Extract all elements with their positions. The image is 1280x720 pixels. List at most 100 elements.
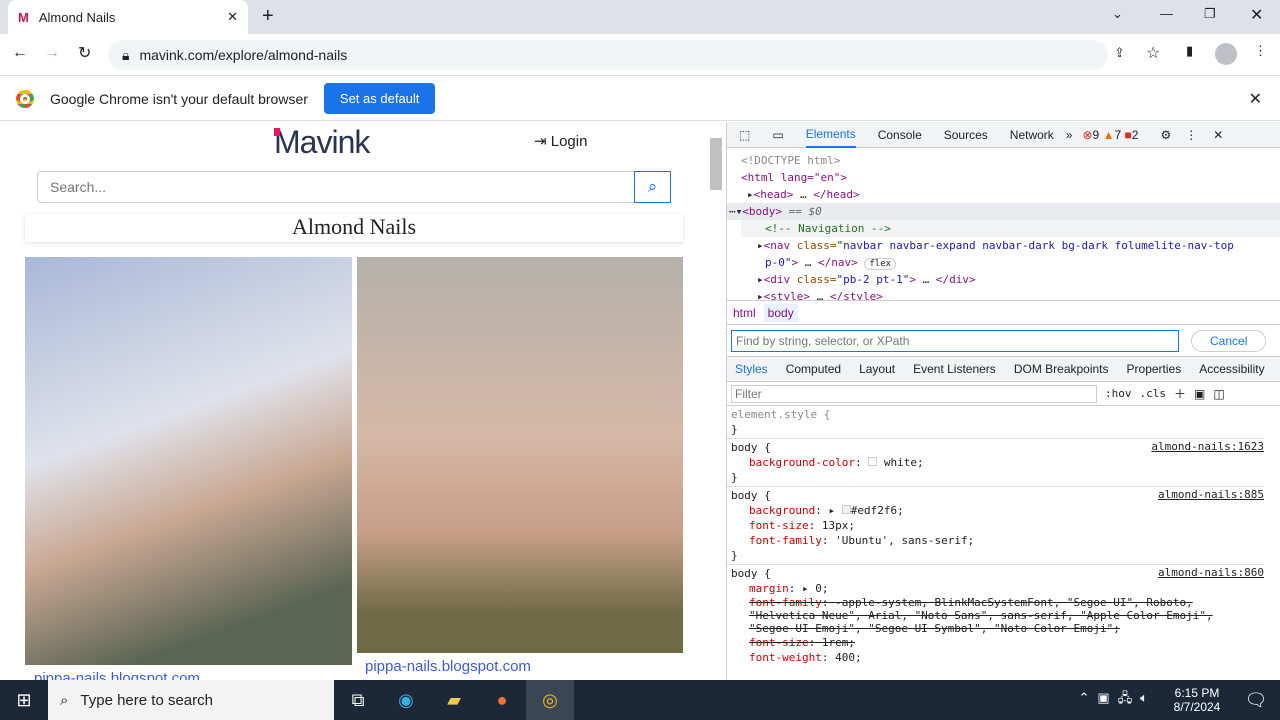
flex-badge[interactable]: flex: [864, 258, 897, 270]
sidebar-toggle-icon[interactable]: ◫: [1213, 387, 1224, 401]
styles-pane: element.style {} almond-nails:1623 body {…: [727, 406, 1280, 680]
start-button[interactable]: ⊞: [0, 680, 48, 720]
dom-head[interactable]: ▸<head> … </head>: [741, 186, 1280, 203]
device-toolbar-icon[interactable]: ▭: [772, 128, 783, 142]
tab-properties[interactable]: Properties: [1127, 362, 1182, 376]
hov-toggle[interactable]: :hov: [1105, 387, 1132, 400]
styles-tabs: Styles Computed Layout Event Listeners D…: [727, 356, 1280, 382]
breadcrumb-body[interactable]: body: [763, 303, 798, 322]
tab-strip: M Almond Nails ✕ + — ⌄ ❐ ✕: [0, 0, 1280, 34]
element-style-rule: element.style {}: [727, 406, 1264, 439]
tab-event-listeners[interactable]: Event Listeners: [913, 362, 996, 376]
bookmark-star-icon[interactable]: ☆: [1146, 43, 1160, 63]
search-icon: ⌕: [60, 691, 69, 709]
infobar-text: Google Chrome isn't your default browser: [50, 90, 308, 107]
new-tab-button[interactable]: +: [262, 5, 274, 28]
set-default-button[interactable]: Set as default: [323, 83, 436, 114]
forward-icon[interactable]: →: [44, 44, 60, 62]
close-infobar-icon[interactable]: ✕: [1249, 89, 1262, 109]
side-panel-icon[interactable]: ▮: [1186, 43, 1193, 59]
taskbar-search[interactable]: ⌕ Type here to search: [48, 680, 334, 720]
settings-icon[interactable]: ⚙: [1160, 128, 1171, 142]
page-scrollbar-thumb[interactable]: [710, 138, 722, 190]
browser-tab[interactable]: M Almond Nails ✕: [8, 0, 248, 34]
dom-div[interactable]: ▸<div class="pb-2 pt-1"> … </div>: [741, 271, 1280, 288]
favicon-icon: M: [18, 9, 29, 25]
cancel-find-button[interactable]: Cancel: [1191, 329, 1267, 352]
url-text[interactable]: mavink.com/explore/almond-nails: [139, 47, 347, 63]
style-rule: almond-nails:885 body { background: ▸ #ed…: [727, 487, 1264, 565]
tab-accessibility[interactable]: Accessibility: [1199, 362, 1264, 376]
login-link[interactable]: ⇥ Login: [534, 132, 587, 150]
paint-icon[interactable]: ▣: [1194, 387, 1205, 401]
chrome-taskbar-icon[interactable]: ◎: [526, 680, 574, 720]
dom-doctype: <!DOCTYPE html>: [741, 154, 841, 167]
devtools-tabs: ⬚ ▭ Elements Console Sources Network » ⊗…: [727, 122, 1280, 148]
tab-computed[interactable]: Computed: [786, 362, 841, 376]
font-weight-declaration: font-weight: 400;: [749, 651, 862, 664]
dom-style[interactable]: ▸<style> … </style>: [741, 288, 1280, 300]
lock-icon: 🔒︎: [122, 46, 130, 63]
webpage: Mavink ⇥ Login ⌕ Almond Nails pippa-nail…: [0, 122, 710, 680]
rule-source-link[interactable]: almond-nails:1623: [1151, 440, 1264, 453]
search-button[interactable]: ⌕: [634, 171, 671, 203]
image-card[interactable]: [25, 257, 352, 665]
find-input[interactable]: [731, 329, 1179, 352]
devtools-panel: ⬚ ▭ Elements Console Sources Network » ⊗…: [726, 122, 1280, 680]
tray-icons[interactable]: ⌃▣🖧︎🔈︎: [1079, 689, 1156, 711]
font-size-declaration: font-size: 1rem;: [749, 636, 855, 649]
more-tabs-icon[interactable]: »: [1066, 128, 1073, 142]
profile-avatar[interactable]: [1215, 43, 1237, 65]
card-source-link[interactable]: pippa-nails.blogspot.com: [34, 670, 200, 680]
dom-body[interactable]: ⋯▾<body> == $0: [727, 203, 1280, 220]
reload-icon[interactable]: ↻: [78, 43, 91, 63]
file-explorer-icon[interactable]: ▰: [430, 680, 478, 720]
style-rule: almond-nails:1623 body {background-color:…: [727, 439, 1264, 487]
clock[interactable]: 6:15 PM 8/7/2024: [1162, 686, 1232, 714]
tab-console[interactable]: Console: [878, 128, 922, 142]
firefox-icon[interactable]: ●: [478, 680, 526, 720]
inspect-icon[interactable]: ⬚: [739, 128, 750, 142]
tab-dom-breakpoints[interactable]: DOM Breakpoints: [1014, 362, 1109, 376]
tab-sources[interactable]: Sources: [944, 128, 988, 142]
search-input[interactable]: [37, 171, 635, 203]
logo[interactable]: Mavink: [274, 124, 370, 161]
close-window-button[interactable]: ✕: [1250, 5, 1263, 25]
styles-filter-input[interactable]: [731, 384, 1097, 403]
tab-layout[interactable]: Layout: [859, 362, 895, 376]
breadcrumb: html body: [727, 300, 1280, 324]
tab-title: Almond Nails: [38, 9, 116, 25]
error-count[interactable]: ⊗9 ▲7 ■2: [1082, 128, 1138, 142]
restore-button[interactable]: ❐: [1204, 6, 1216, 22]
dom-tree: <!DOCTYPE html> <html lang="en"> ▸<head>…: [727, 148, 1280, 300]
card-source-link[interactable]: pippa-nails.blogspot.com: [365, 658, 531, 675]
chrome-logo-icon: [16, 89, 34, 108]
tab-styles[interactable]: Styles: [735, 362, 768, 376]
dom-comment[interactable]: <!-- Navigation -->: [741, 220, 1280, 237]
style-rule: almond-nails:860 body { margin: ▸ 0; font…: [731, 566, 1264, 664]
close-tab-icon[interactable]: ✕: [227, 9, 238, 25]
dom-nav[interactable]: ▸<nav class="navbar navbar-expand navbar…: [741, 237, 1280, 254]
tab-search-icon[interactable]: ⌄: [1112, 6, 1123, 22]
cls-toggle[interactable]: .cls: [1140, 387, 1167, 400]
share-icon[interactable]: ⇪: [1114, 45, 1125, 61]
notifications-icon[interactable]: 🗨︎: [1232, 680, 1280, 720]
tab-network[interactable]: Network: [1010, 128, 1054, 142]
page-title: Almond Nails: [25, 214, 683, 242]
back-icon[interactable]: ←: [12, 44, 28, 62]
rule-source-link[interactable]: almond-nails:885: [1158, 488, 1264, 501]
address-bar[interactable]: 🔒︎ mavink.com/explore/almond-nails: [108, 40, 1108, 70]
login-icon: ⇥: [534, 133, 547, 150]
tab-elements[interactable]: Elements: [805, 122, 856, 148]
edge-icon[interactable]: ◉: [382, 680, 430, 720]
new-rule-icon[interactable]: ＋: [1174, 385, 1186, 402]
close-devtools-icon[interactable]: ✕: [1213, 128, 1223, 142]
image-card[interactable]: [357, 257, 683, 653]
rule-source-link[interactable]: almond-nails:860: [1158, 566, 1264, 579]
task-view-icon[interactable]: ⧉: [334, 680, 382, 720]
dom-html[interactable]: <html lang="en">: [741, 169, 1280, 186]
breadcrumb-html[interactable]: html: [733, 306, 756, 320]
minimize-button[interactable]: —: [1160, 6, 1173, 21]
menu-icon[interactable]: ⋮: [1254, 43, 1267, 59]
more-options-icon[interactable]: ⋮: [1185, 128, 1197, 142]
